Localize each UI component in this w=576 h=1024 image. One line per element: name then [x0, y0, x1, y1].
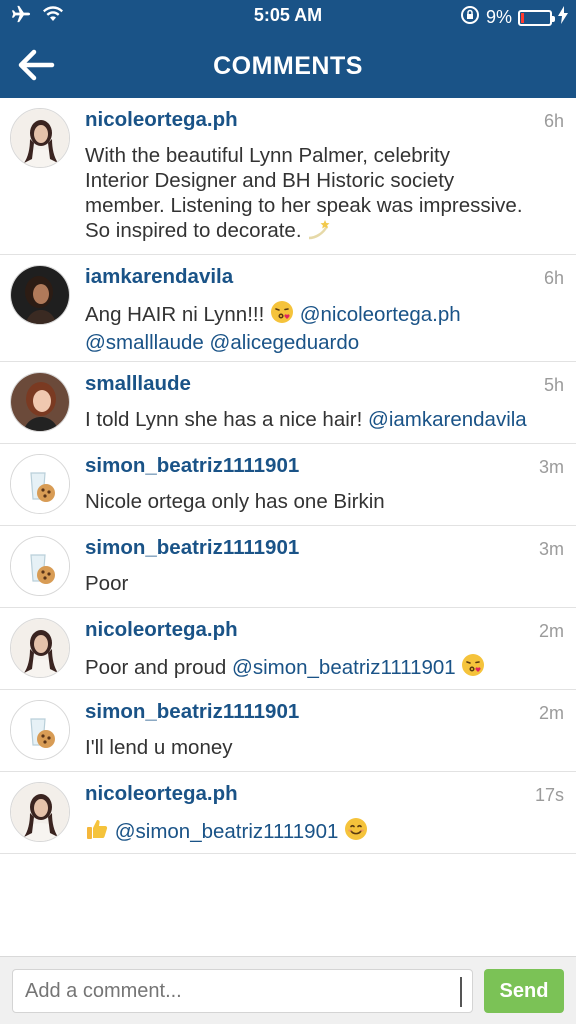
comment-text-line: So inspired to decorate. — [85, 219, 302, 242]
comment-text: I told Lynn she has a nice hair! @iamkar… — [85, 407, 562, 432]
orientation-lock-icon — [460, 5, 480, 30]
milk-and-cookie-icon — [11, 537, 69, 595]
avatar[interactable] — [10, 618, 70, 678]
comment-text-line: member. Listening to her speak was impre… — [85, 194, 523, 217]
avatar[interactable] — [10, 108, 70, 168]
comment-text: Poor — [85, 572, 129, 595]
mention-link[interactable]: @simon_beatriz1111901 — [232, 656, 456, 679]
comment-time: 6h — [543, 268, 564, 288]
comment-text-line: With the beautiful Lynn Palmer, celebrit… — [85, 144, 451, 167]
comment-text-line: Interior Designer and BH Historic societ… — [85, 169, 455, 192]
comment-time: 17s — [534, 785, 564, 805]
thumbs-up-icon — [85, 817, 109, 847]
comment-text: With the beautiful Lynn Palmer, celebrit… — [85, 143, 562, 246]
comment-text: @simon_beatriz1111901 — [85, 817, 562, 847]
comment-time: 5h — [543, 375, 564, 395]
comment-item: nicoleortega.ph 2m Poor and proud @simon… — [0, 608, 576, 690]
face-blowing-kiss-icon — [270, 300, 294, 330]
comment-composer: Send — [0, 956, 576, 1024]
face-blowing-kiss-icon — [461, 653, 485, 683]
avatar[interactable] — [10, 265, 70, 325]
comment-text-segment: Ang HAIR ni Lynn!!! — [85, 303, 265, 326]
mention-link[interactable]: @simon_beatriz1111901 — [115, 820, 339, 843]
comment-username[interactable]: smalllaude — [85, 372, 191, 396]
comment-username[interactable]: nicoleortega.ph — [85, 108, 238, 132]
nav-bar: COMMENTS — [0, 36, 576, 94]
comment-username[interactable]: simon_beatriz1111901 — [85, 536, 299, 560]
comment-text: Ang HAIR ni Lynn!!! @nicoleortega.ph @sm… — [85, 300, 562, 355]
send-button[interactable]: Send — [484, 969, 564, 1013]
battery-fill — [521, 12, 524, 23]
status-bar: 5:05 AM 9% — [0, 0, 576, 32]
comment-text: I'll lend u money — [85, 736, 233, 759]
comment-username[interactable]: simon_beatriz1111901 — [85, 700, 299, 724]
avatar[interactable] — [10, 454, 70, 514]
comment-text: Nicole ortega only has one Birkin — [85, 490, 385, 513]
comment-username[interactable]: nicoleortega.ph — [85, 618, 238, 642]
text-cursor — [460, 977, 462, 1007]
battery-icon — [518, 9, 555, 26]
milk-and-cookie-icon — [11, 701, 69, 759]
comment-username[interactable]: iamkarendavila — [85, 265, 233, 289]
comment-item: smalllaude 5h I told Lynn she has a nice… — [0, 362, 576, 444]
mention-link[interactable]: @alicegeduardo — [210, 331, 360, 354]
mention-link[interactable]: @nicoleortega.ph — [300, 303, 461, 326]
comment-time: 2m — [538, 703, 564, 723]
comment-list: nicoleortega.ph 6h With the beautiful Ly… — [0, 98, 576, 854]
comment-input[interactable] — [12, 969, 473, 1013]
avatar[interactable] — [10, 782, 70, 842]
comment-item: nicoleortega.ph 17s @simon_beatriz111190… — [0, 772, 576, 854]
mention-link[interactable]: @smalllaude — [85, 331, 204, 354]
mention-link[interactable]: @iamkarendavila — [368, 408, 527, 431]
page-title: COMMENTS — [213, 52, 363, 80]
comment-username[interactable]: simon_beatriz1111901 — [85, 454, 299, 478]
comment-time: 6h — [543, 111, 564, 131]
comment-time: 3m — [538, 457, 564, 477]
top-bar: 5:05 AM 9% COMMENTS — [0, 0, 576, 98]
comment-username[interactable]: nicoleortega.ph — [85, 782, 238, 806]
comment-item: simon_beatriz1111901 2m I'll lend u mone… — [0, 690, 576, 772]
comment-item: simon_beatriz1111901 3m Poor — [0, 526, 576, 608]
comment-item: simon_beatriz1111901 3m Nicole ortega on… — [0, 444, 576, 526]
battery-percent: 9% — [485, 7, 512, 27]
comment-item: iamkarendavila 6h Ang HAIR ni Lynn!!! @n… — [0, 255, 576, 362]
comment-text-segment: I told Lynn she has a nice hair! — [85, 408, 363, 431]
smiling-face-icon — [344, 817, 368, 847]
milk-and-cookie-icon — [11, 455, 69, 513]
avatar[interactable] — [10, 536, 70, 596]
charging-icon — [558, 6, 568, 29]
comment-text: Poor and proud @simon_beatriz1111901 — [85, 653, 562, 683]
avatar[interactable] — [10, 700, 70, 760]
avatar[interactable] — [10, 372, 70, 432]
comment-item: nicoleortega.ph 6h With the beautiful Ly… — [0, 98, 576, 255]
comment-time: 3m — [538, 539, 564, 559]
comment-text-segment: Poor and proud — [85, 656, 227, 679]
comment-time: 2m — [538, 621, 564, 641]
dizzy-star-emoji-icon — [307, 218, 331, 246]
